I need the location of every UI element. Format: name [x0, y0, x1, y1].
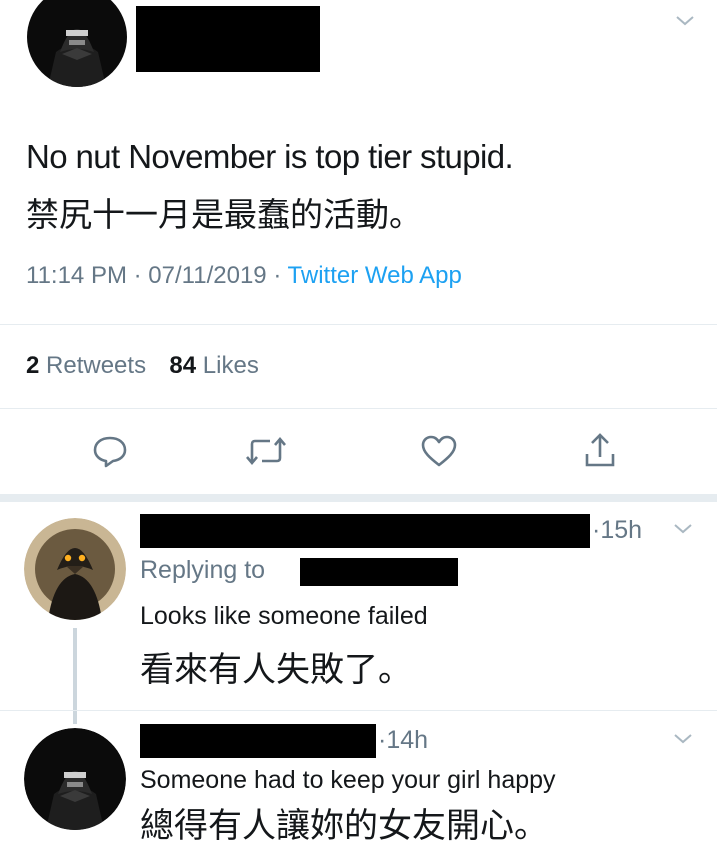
redacted-mention[interactable] — [300, 558, 458, 586]
separator: · — [133, 262, 142, 289]
reply-text-translation: 看來有人失敗了。 — [140, 650, 412, 690]
chevron-down-icon[interactable] — [672, 522, 694, 541]
reply-icon[interactable] — [92, 434, 128, 468]
redacted-username — [136, 6, 320, 72]
reply-text-translation: 總得有人讓妳的女友開心。 — [140, 806, 548, 846]
like-icon[interactable] — [420, 434, 458, 468]
likes-count[interactable]: 84 — [169, 352, 196, 379]
share-icon[interactable] — [582, 432, 618, 470]
tweet-time: 11:14 PM — [26, 262, 127, 289]
redacted-username — [140, 514, 590, 548]
divider — [0, 408, 717, 409]
tweet-text-translation: 禁尻十一月是最蠢的活動。 — [26, 195, 422, 234]
tweet-stats: 2 Retweets 84 Likes — [26, 352, 259, 380]
reply-text: Looks like someone failed — [140, 602, 428, 630]
reply-timestamp[interactable]: 15h — [600, 516, 642, 544]
divider — [0, 710, 717, 711]
separator: · — [273, 262, 282, 289]
divider — [0, 324, 717, 325]
likes-label[interactable]: Likes — [203, 352, 259, 379]
tweet-text: No nut November is top tier stupid. — [26, 138, 514, 175]
reply-time: ·15h — [592, 516, 642, 545]
tweet-date: 07/11/2019 — [148, 262, 267, 289]
avatar[interactable] — [26, 0, 128, 88]
avatar[interactable] — [24, 518, 126, 620]
replying-to-label: Replying to — [140, 556, 266, 584]
tweet-source-link[interactable]: Twitter Web App — [288, 262, 462, 289]
section-separator — [0, 494, 717, 502]
reply-text: Someone had to keep your girl happy — [140, 766, 556, 794]
redacted-username — [140, 724, 376, 758]
reply-timestamp[interactable]: 14h — [386, 726, 428, 754]
avatar[interactable] — [24, 728, 126, 830]
reply-time: ·14h — [378, 726, 428, 755]
retweets-label[interactable]: Retweets — [46, 352, 146, 379]
chevron-down-icon[interactable] — [674, 14, 696, 33]
retweet-icon[interactable] — [246, 436, 286, 466]
retweets-count[interactable]: 2 — [26, 352, 39, 379]
chevron-down-icon[interactable] — [672, 732, 694, 751]
tweet-meta: 11:14 PM · 07/11/2019 · Twitter Web App — [26, 262, 462, 290]
